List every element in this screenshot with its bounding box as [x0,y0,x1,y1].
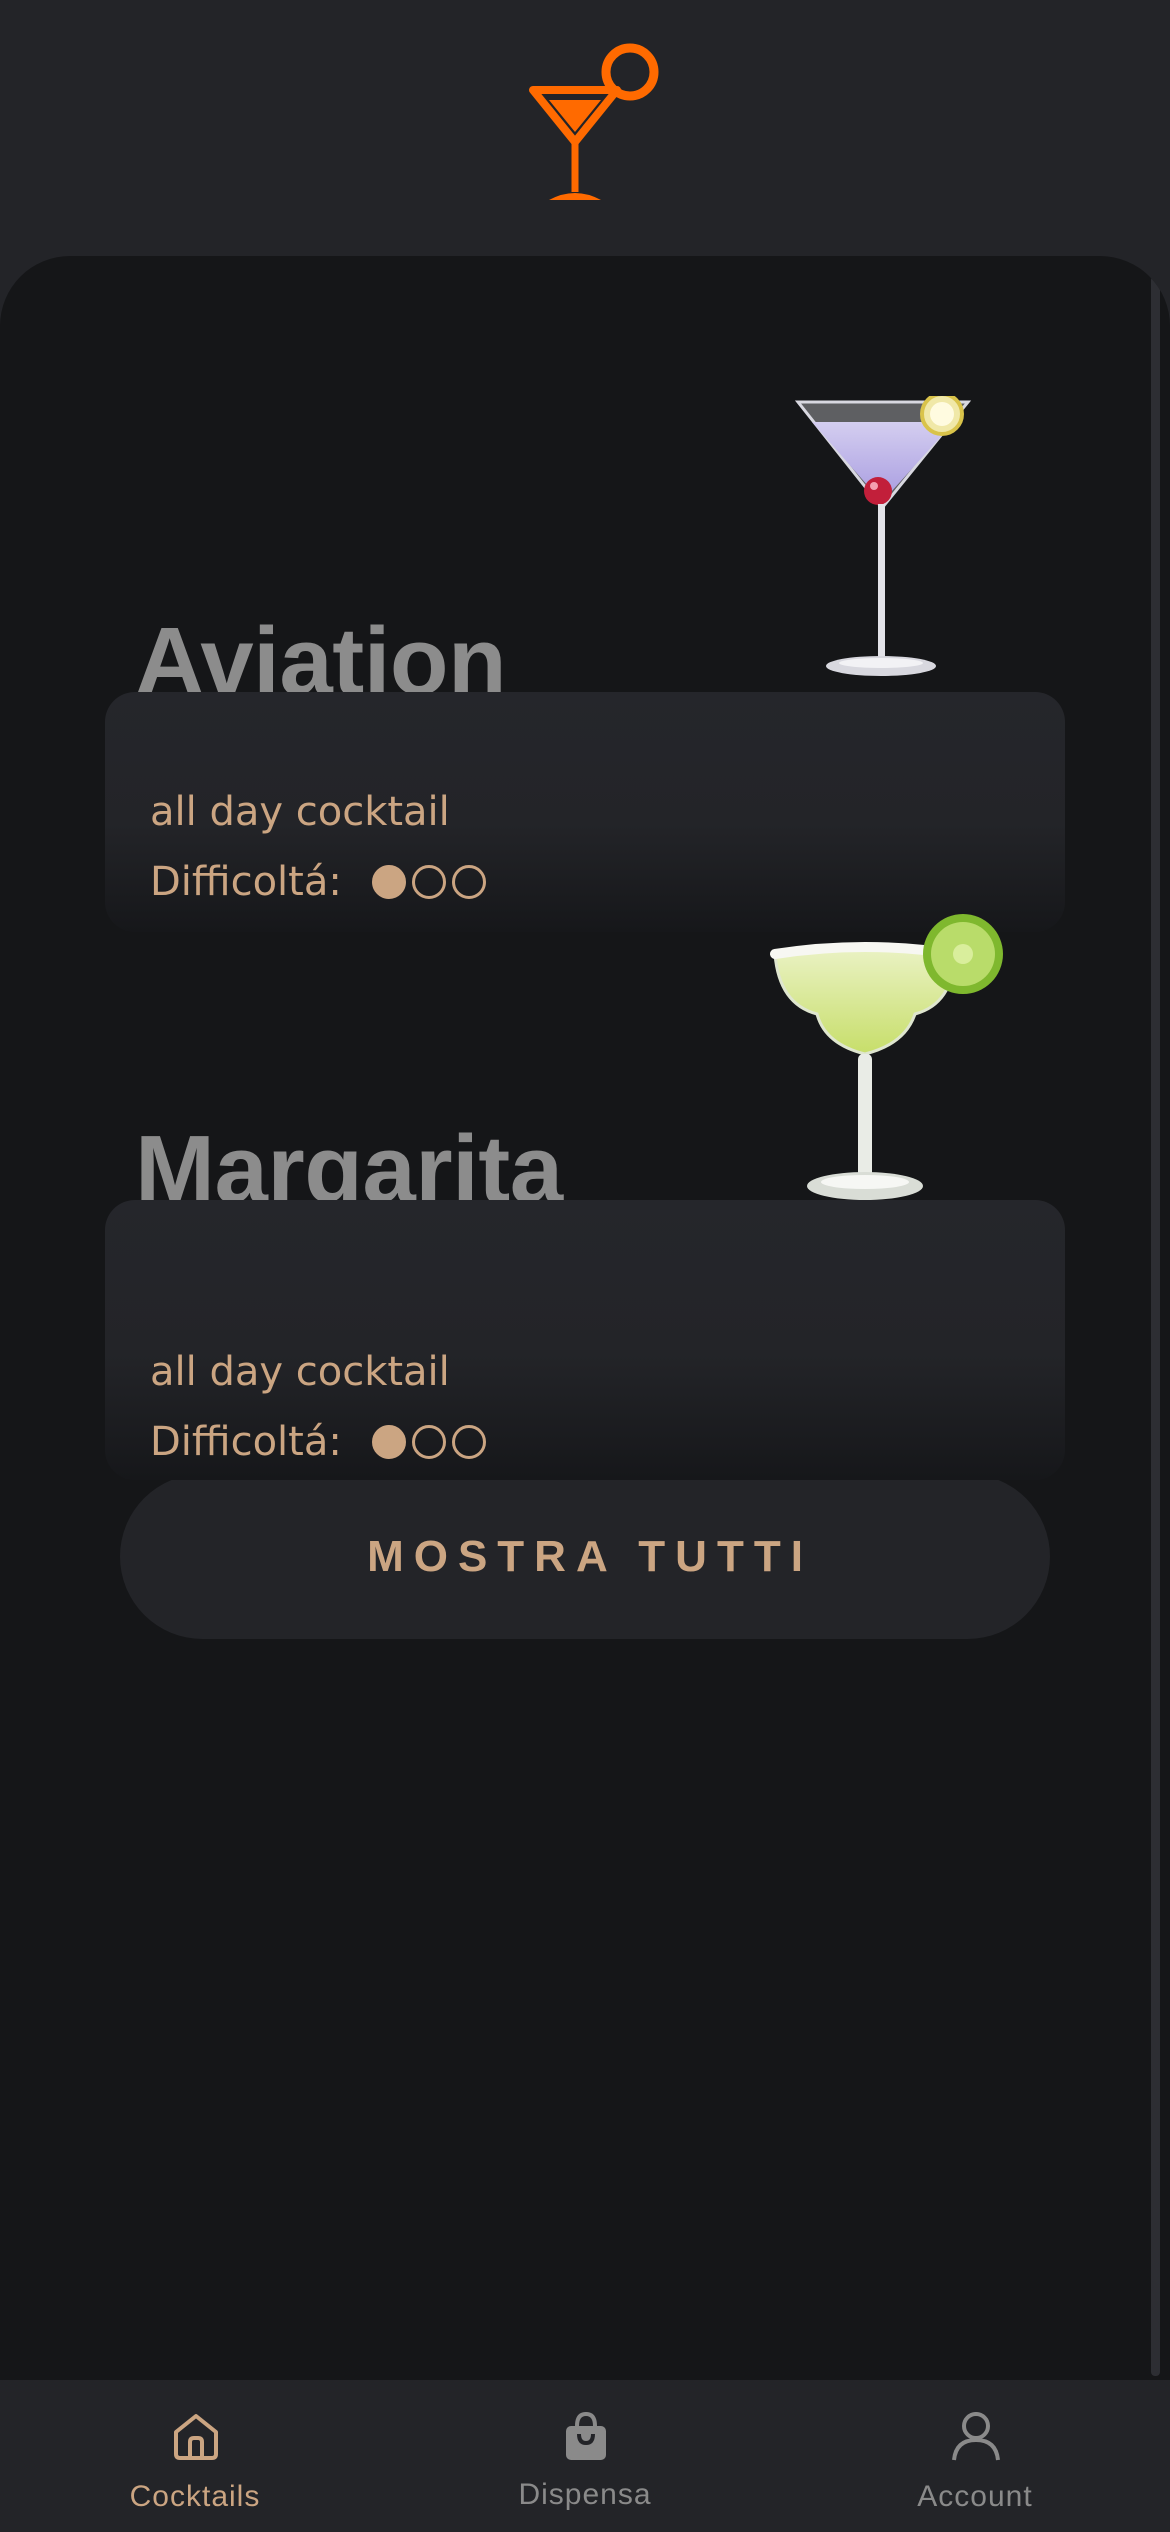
user-icon [952,2412,1000,2461]
home-icon [174,2414,218,2460]
difficulty-indicator [371,865,492,899]
aviation-martini-glass-image [794,396,972,676]
screen: Aviation all day cocktail Difficoltá: Ma… [0,0,1170,2532]
difficulty-dot-empty [451,1425,486,1459]
cocktail-category: all day cocktail [150,789,450,835]
cocktail-card-margarita[interactable]: Margarita all day cocktail Difficoltá: [0,914,1170,1480]
show-all-button[interactable]: MOSTRA TUTTI [120,1474,1050,1639]
shopping-bag-icon [566,2411,606,2460]
difficulty-dot-filled [371,865,406,899]
difficulty-label: Difficoltá: [150,859,342,905]
tab-label: Cocktails [129,2480,261,2513]
tab-account[interactable]: Account [850,2380,1100,2532]
difficulty-label: Difficoltá: [150,1419,342,1465]
margarita-glass-image [770,914,1003,1200]
difficulty-dot-empty [411,865,446,899]
cocktail-category: all day cocktail [150,1349,450,1395]
cocktail-card-panel[interactable]: all day cocktail Difficoltá: [105,692,1065,932]
tab-dispensa[interactable]: Dispensa [460,2380,710,2532]
tab-cocktails[interactable]: Cocktails [70,2380,320,2532]
header [0,0,1170,260]
difficulty-indicator [371,1425,492,1459]
cocktail-glass-icon [529,43,659,200]
bottom-tab-bar: Cocktails Dispensa Account [0,2380,1170,2532]
tab-label: Account [917,2480,1033,2513]
difficulty-row: Difficoltá: [150,862,492,902]
difficulty-dot-filled [371,1425,406,1459]
difficulty-dot-empty [411,1425,446,1459]
cocktail-list[interactable]: Aviation all day cocktail Difficoltá: Ma… [0,256,1170,2380]
difficulty-dot-empty [451,865,486,899]
difficulty-row: Difficoltá: [150,1422,492,1462]
cocktail-card-aviation[interactable]: Aviation all day cocktail Difficoltá: [0,396,1170,932]
tab-label: Dispensa [518,2478,652,2511]
